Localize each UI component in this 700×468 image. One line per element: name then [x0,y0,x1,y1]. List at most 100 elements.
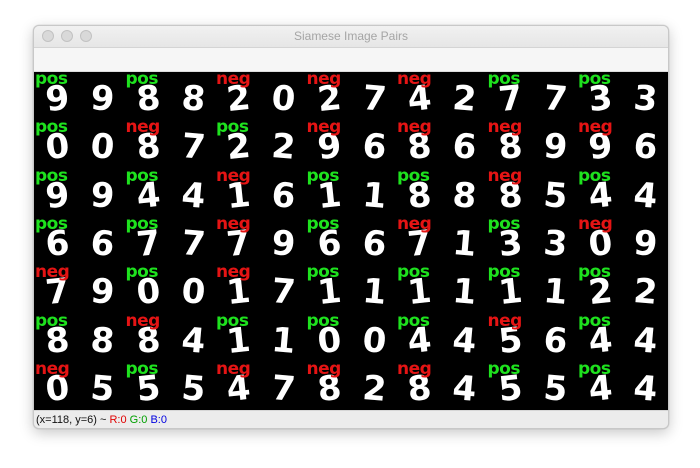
digit-image-right: 9 [269,222,298,265]
digit-image-right: 5 [179,367,207,410]
image-pair: 8 7 neg [126,117,216,170]
image-pair: 4 4 pos [397,311,487,364]
image-pair: 7 9 neg [216,214,306,267]
pair-label: pos [125,165,159,186]
image-pair: 1 1 pos [216,311,306,364]
pair-label: pos [125,262,159,283]
digit-image-right: 6 [360,222,388,265]
digit-image-right: 6 [450,126,479,169]
pair-label: neg [397,358,432,379]
digit-image-right: 9 [88,174,117,217]
image-pair: 2 0 neg [216,72,306,122]
image-pair: 0 0 pos [126,262,216,315]
title-bar[interactable]: Siamese Image Pairs [34,26,668,48]
digit-image-right: 0 [269,78,298,120]
image-pair: 9 6 neg [307,117,397,170]
pair-label: neg [216,213,251,234]
image-pair: 5 5 pos [488,359,578,410]
digit-image-right: 1 [360,271,388,314]
pair-label: pos [397,262,430,283]
pair-label: pos [35,213,68,234]
digit-image-right: 8 [88,319,117,362]
digit-image-right: 8 [179,78,207,120]
digit-image-right: 6 [360,126,388,169]
pair-label: neg [487,165,523,186]
pair-label: pos [578,72,611,89]
image-pair: 4 4 pos [126,166,216,219]
digit-image-right: 4 [631,367,660,410]
image-pair: 9 9 pos [35,72,125,122]
pair-label: pos [125,213,159,234]
digit-image-right: 3 [541,222,569,265]
image-pair: 5 6 neg [488,311,578,364]
pair-label: neg [125,117,161,138]
image-pair: 0 0 pos [307,311,397,364]
image-canvas[interactable]: 9 9 pos 8 8 pos 2 0 neg 2 7 neg 4 2 neg 7 7 pos 3 3 pos 0 0 pos… [34,72,668,410]
digit-image-right: 9 [88,271,117,314]
digit-image-right: 5 [541,367,569,410]
digit-image-right: 4 [631,174,660,217]
image-pair: 1 1 pos [397,262,487,315]
image-pair: 8 4 neg [397,359,487,410]
pair-label: pos [125,358,159,379]
image-pair: 7 9 neg [35,262,125,315]
image-pair: 3 3 pos [488,214,578,267]
pair-label: pos [487,358,521,379]
image-pair: 7 7 pos [126,214,216,267]
digit-image-right: 1 [541,271,569,314]
pair-label: neg [216,262,251,283]
pair-label: neg [487,310,523,331]
digit-image-right: 2 [450,78,479,120]
window-title: Siamese Image Pairs [293,29,409,43]
image-pair: 8 2 neg [307,359,397,410]
image-pair: 0 5 neg [35,359,125,410]
image-pair: 0 9 neg [578,214,668,267]
image-pair: 3 3 pos [578,72,668,122]
pixel-green-value: G:0 [129,414,148,426]
pair-label: pos [216,117,249,138]
pair-label: neg [35,358,70,379]
digit-image-right: 9 [631,222,660,265]
image-pair: 1 1 pos [307,166,397,219]
image-pair: 4 4 pos [578,166,668,219]
digit-image-right: 6 [541,319,569,362]
pair-label: neg [578,213,613,234]
digit-image-right: 7 [269,271,298,314]
pixel-red-value: R:0 [109,414,127,426]
image-pair: 8 8 pos [397,166,487,219]
image-pair: 7 7 pos [488,72,578,122]
digit-image-right: 7 [360,78,388,120]
digit-image-right: 1 [360,174,388,217]
digit-image-right: 5 [88,367,117,410]
digit-image-right: 0 [88,126,117,169]
digit-image-right: 2 [269,126,298,169]
pair-label: pos [306,262,340,283]
digit-image-right: 7 [179,222,207,265]
digit-image-right: 8 [450,174,479,217]
pair-label: neg [487,117,523,138]
digit-image-right: 2 [631,271,660,314]
pair-label: neg [578,117,613,138]
image-pair: 8 8 pos [125,72,216,122]
image-pair: 4 4 pos [578,311,668,364]
pair-label: pos [578,165,611,186]
pair-label: pos [578,358,611,379]
pair-label: pos [487,213,521,234]
pixel-blue-value: B:0 [150,414,167,426]
pair-label: neg [125,310,161,331]
image-pair: 1 1 pos [307,262,397,315]
pair-label: pos [125,72,159,89]
digit-image-right: 4 [179,174,207,217]
image-pair: 4 7 neg [216,359,306,410]
digit-image-right: 5 [541,174,569,217]
pair-label: pos [35,117,68,138]
image-pair: 4 4 pos [578,359,668,410]
image-pair: 7 1 neg [397,214,487,267]
image-pair: 9 9 pos [35,166,125,219]
digit-image-right: 6 [269,174,298,217]
pair-label: pos [397,165,430,186]
digit-image-right: 4 [450,367,479,410]
image-pair: 0 0 pos [35,117,125,170]
pair-label: pos [35,310,68,331]
pair-label: pos [216,310,249,331]
